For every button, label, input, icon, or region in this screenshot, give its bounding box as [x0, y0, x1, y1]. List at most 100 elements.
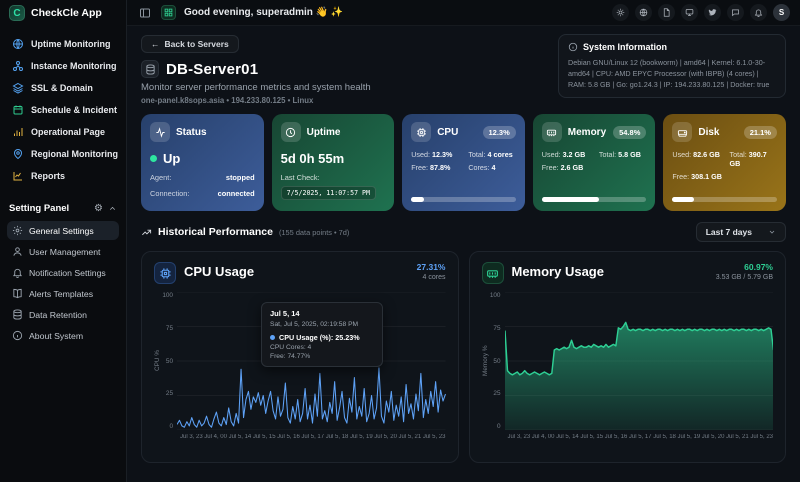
sidebar-item-label: Instance Monitoring [31, 61, 117, 71]
settings-item-data-retention[interactable]: Data Retention [7, 305, 119, 324]
sidebar-item-ssl-domain[interactable]: SSL & Domain [7, 78, 119, 98]
server-meta: one-panel.k8sops.asia • 194.233.80.125 •… [141, 96, 314, 105]
page-title: DB-Server01 [166, 60, 259, 78]
docs-file-icon[interactable] [658, 4, 675, 21]
cpu-avg-percent: 27.31% [416, 262, 446, 272]
memory-free: 2.6 GB [560, 163, 584, 172]
setting-panel-toggle[interactable]: Setting Panel ⚙ [0, 198, 126, 219]
bar-chart-icon [14, 128, 23, 136]
notifications-bell-icon[interactable] [750, 4, 767, 21]
disk-drive-icon [672, 122, 693, 142]
sidebar-item-operational-page[interactable]: Operational Page [7, 122, 119, 142]
settings-item-label: General Settings [29, 225, 94, 236]
server-title-row: DB-Server01 [141, 60, 371, 78]
dashboard-grid-icon[interactable] [161, 5, 176, 20]
panel-toggle-icon[interactable] [137, 5, 153, 21]
cpu-chart-plot[interactable]: Jul 5, 14 Sat, Jul 5, 2025, 02:19:58 PM … [177, 292, 446, 430]
sidebar-item-reports[interactable]: Reports [7, 166, 119, 186]
info-icon [12, 330, 23, 341]
sidebar-item-label: Reports [31, 171, 66, 181]
chevron-down-icon [769, 230, 775, 234]
theme-toggle-icon[interactable] [612, 4, 629, 21]
uptime-card-title: Uptime [306, 126, 341, 138]
sidebar-item-uptime-monitoring[interactable]: Uptime Monitoring [7, 34, 119, 54]
historical-performance-title: Historical Performance [141, 226, 273, 238]
settings-item-label: Notification Settings [29, 267, 106, 278]
cpu-cores-substat: 4 cores [422, 274, 446, 281]
system-information-panel: System Information Debian GNU/Linux 12 (… [558, 34, 786, 99]
info-icon [568, 42, 578, 52]
cpu-progress-bar [411, 197, 516, 202]
cpu-free: 87.8% [429, 163, 451, 172]
sidebar-item-schedule-incident[interactable]: Schedule & Incident [7, 100, 119, 120]
memory-x-axis-ticks: Jul 3, 23 Jul 4, 00 Jul 5, 14 Jul 5, 15 Jul … [507, 434, 774, 440]
server-database-icon [141, 60, 159, 78]
user-avatar[interactable]: S [773, 4, 790, 21]
sidebar-nav: Uptime Monitoring Instance Monitoring SS… [0, 26, 126, 186]
layers-icon [12, 82, 24, 94]
settings-item-label: Alerts Templates [29, 288, 94, 299]
app-title: CheckCle App [31, 7, 102, 19]
book-icon [13, 288, 22, 299]
chart-tooltip: Jul 5, 14 Sat, Jul 5, 2025, 02:19:58 PM … [261, 302, 383, 367]
historical-performance-header: Historical Performance (155 data points … [141, 222, 786, 242]
chat-bubble-icon[interactable] [727, 4, 744, 21]
settings-item-about-system[interactable]: About System [7, 326, 119, 345]
settings-list: General Settings User Management Notific… [0, 219, 126, 347]
status-value: Up [150, 151, 255, 166]
memory-usage-chart-card: Memory Usage 60.97% 3.53 GB / 5.79 GB Me… [468, 251, 786, 463]
settings-item-notification-settings[interactable]: Notification Settings [7, 263, 119, 282]
settings-item-user-management[interactable]: User Management [7, 242, 119, 261]
memory-avg-percent: 60.97% [744, 262, 773, 272]
disk-progress-bar [672, 197, 777, 202]
sidebar-item-label: Schedule & Incident [31, 105, 118, 115]
sidebar-item-label: Uptime Monitoring [31, 39, 111, 49]
twitter-bird-icon[interactable] [704, 4, 721, 21]
cpu-usage-badge: 12.3% [482, 125, 516, 139]
uptime-card: Uptime 5d 0h 55m Last Check: 7/5/2025, 1… [271, 114, 395, 211]
settings-item-label: Data Retention [29, 309, 87, 320]
header-icons: S [612, 4, 790, 21]
memory-card: Memory 54.8% Used: 3.2 GB Total: 5.8 GB … [532, 114, 656, 211]
time-range-selector[interactable]: Last 7 days [695, 222, 786, 242]
cpu-chart-title: CPU Usage [184, 264, 255, 279]
settings-item-general-settings[interactable]: General Settings [7, 221, 119, 240]
memory-chart-title: Memory Usage [511, 264, 604, 279]
map-pin-icon [13, 149, 23, 160]
cpu-card: CPU 12.3% Used: 12.3% Total: 4 cores Fre… [402, 114, 525, 211]
settings-item-alerts-templates[interactable]: Alerts Templates [7, 284, 119, 303]
stat-cards-row: Status Up Agent: stopped Connection: con… [141, 114, 786, 211]
greeting-text: Good evening, superadmin 👋 ✨ [184, 7, 344, 18]
report-chart-icon [13, 172, 22, 181]
connection-row: Connection: connected [150, 189, 255, 198]
memory-chip-icon [541, 122, 562, 142]
cpu-y-axis-ticks: 100 75 50 25 0 [162, 292, 173, 430]
disk-card-title: Disk [698, 126, 720, 138]
bell-icon [12, 268, 23, 278]
cpu-y-axis-label: CPU % [154, 350, 161, 372]
main-column: Good evening, superadmin 👋 ✨ S ← Back to… [127, 0, 800, 482]
calendar-icon [13, 105, 23, 115]
top-header: Good evening, superadmin 👋 ✨ S [127, 0, 800, 26]
series-dot-icon [270, 335, 275, 340]
cpu-chip-icon [411, 122, 432, 142]
system-information-body: Debian GNU/Linux 12 (bookworm) | amd64 |… [568, 58, 770, 90]
memory-progress-bar [541, 197, 647, 202]
memory-chip-icon [481, 262, 504, 284]
cpu-used: 12.3% [431, 150, 453, 159]
memory-usage-badge: 54.8% [613, 125, 647, 139]
memory-chart-plot[interactable] [504, 292, 773, 430]
language-globe-icon[interactable] [635, 4, 652, 21]
data-points-meta: (155 data points • 7d) [278, 227, 350, 237]
sidebar-item-regional-monitoring[interactable]: Regional Monitoring [7, 144, 119, 164]
database-icon [13, 309, 22, 320]
activity-pulse-icon [150, 122, 170, 142]
app-logo[interactable]: C CheckCle App [0, 0, 126, 26]
agent-row: Agent: stopped [150, 173, 255, 182]
monitor-icon[interactable] [681, 4, 698, 21]
back-to-servers-button[interactable]: ← Back to Servers [141, 35, 239, 53]
settings-item-label: User Management [29, 246, 101, 257]
sidebar-item-instance-monitoring[interactable]: Instance Monitoring [7, 56, 119, 76]
status-card: Status Up Agent: stopped Connection: con… [141, 114, 264, 211]
memory-used: 3.2 GB [562, 150, 586, 159]
